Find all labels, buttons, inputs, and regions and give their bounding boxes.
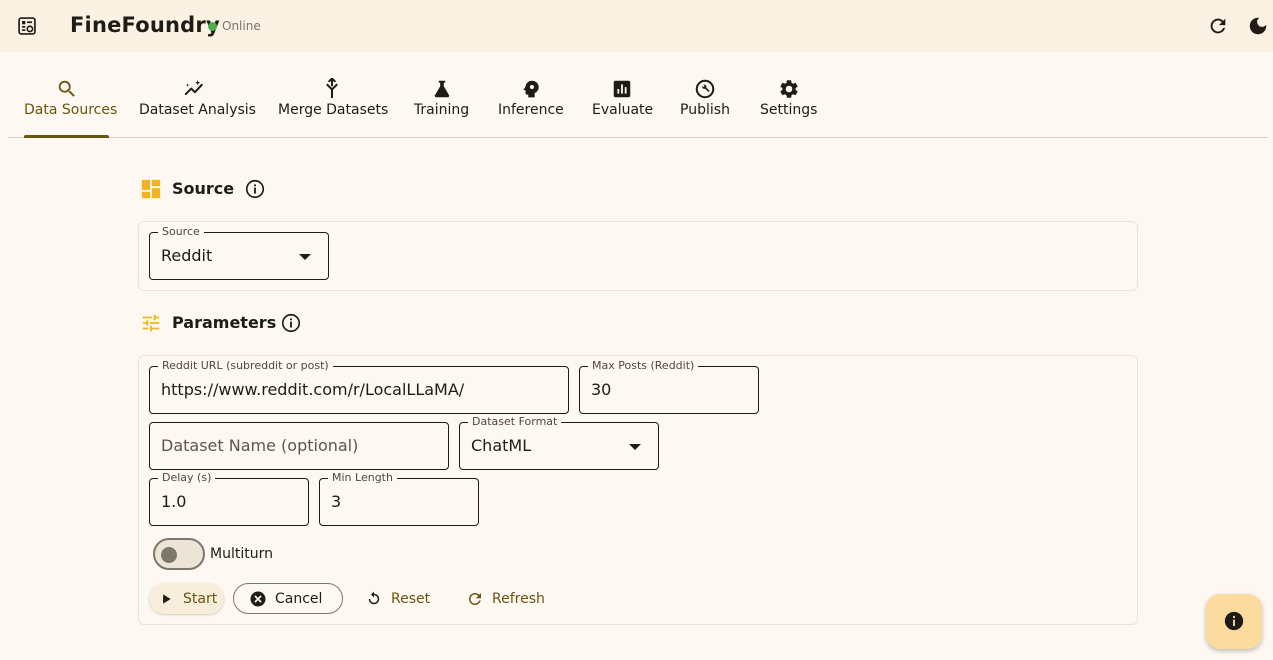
max-posts-label: Max Posts (Reddit) [588,359,699,373]
reddit-url-field[interactable]: Reddit URL (subreddit or post) https://w… [149,359,569,414]
reddit-url-value: https://www.reddit.com/r/LocalLLaMA/ [161,380,465,399]
tune-icon [142,314,160,332]
info-icon [1224,611,1244,631]
dropdown-caret-icon [629,444,641,450]
start-button[interactable]: Start [149,583,224,614]
toggle-knob [161,547,177,563]
active-tab-indicator [24,135,109,138]
tab-label: Settings [760,102,818,118]
tab-settings[interactable]: Settings [760,78,817,138]
source-card: Source Reddit [138,221,1138,291]
dark-mode-icon[interactable] [1247,15,1269,37]
dashboard-icon [141,179,161,199]
dataset-format-label: Dataset Format [468,415,562,429]
dataset-name-field[interactable]: Dataset Name (optional) [149,422,449,470]
multiturn-toggle[interactable] [153,538,205,570]
delay-label: Delay (s) [158,471,216,485]
tab-merge-datasets[interactable]: Merge Datasets [278,78,389,138]
tab-label: Dataset Analysis [139,102,256,118]
min-length-label: Min Length [328,471,397,485]
start-button-label: Start [183,590,218,607]
refresh-icon [468,592,481,605]
dataset-format-value: ChatML [471,436,532,455]
build-circle-icon [695,79,715,99]
app-logo-icon [18,17,36,35]
insights-icon [184,80,203,96]
search-icon [58,80,75,97]
merge-icon [325,78,338,99]
dropdown-caret-icon [299,254,311,260]
multiturn-label: Multiturn [210,546,273,562]
info-fab-button[interactable] [1206,594,1262,649]
max-posts-value: 30 [591,380,612,399]
tab-evaluate[interactable]: Evaluate [592,78,654,138]
tab-label: Evaluate [592,102,654,118]
app-bar: FineFoundry Online [0,0,1273,52]
source-section-header: Source [140,177,280,201]
reset-button[interactable]: Reset [365,583,445,614]
dataset-name-placeholder: Dataset Name (optional) [161,436,359,455]
min-length-field[interactable]: Min Length 3 [319,471,479,526]
refresh-button[interactable]: Refresh [466,583,556,614]
tab-label: Merge Datasets [278,102,389,118]
refresh-button-label: Refresh [492,590,545,607]
tab-dataset-analysis[interactable]: Dataset Analysis [139,78,256,138]
info-outline-icon[interactable] [280,312,302,334]
app-title: FineFoundry [70,13,220,37]
tab-inference[interactable]: Inference [498,78,564,138]
tab-label: Publish [680,102,730,118]
reset-button-label: Reset [391,590,431,607]
bar-chart-icon [613,80,630,98]
gear-icon [779,80,798,98]
tab-training[interactable]: Training [413,78,470,138]
section-title: Parameters [172,313,277,332]
cancel-button-label: Cancel [275,590,323,607]
source-select-label: Source [158,225,204,239]
reddit-url-label: Reddit URL (subreddit or post) [158,359,333,373]
tab-label: Inference [498,102,564,118]
reset-icon [368,591,380,604]
delay-field[interactable]: Delay (s) 1.0 [149,471,309,526]
main-tabs: Data Sources Dataset Analysis Merge Data… [8,52,1268,138]
status-indicator-dot [208,22,217,31]
tab-label: Data Sources [24,102,118,118]
source-select-value: Reddit [161,246,213,265]
tab-publish[interactable]: Publish [680,78,730,138]
tab-label: Training [413,102,470,118]
section-title: Source [172,179,235,198]
science-flask-icon [434,80,449,98]
status-text: Online [222,19,261,33]
delay-value: 1.0 [161,492,187,511]
source-select[interactable]: Source Reddit [149,225,329,280]
max-posts-field[interactable]: Max Posts (Reddit) 30 [579,359,759,414]
refresh-icon[interactable] [1207,15,1229,37]
cancel-icon [250,591,266,606]
play-icon [163,593,171,604]
info-outline-icon[interactable] [244,178,266,200]
parameters-section-header: Parameters [140,311,315,335]
tab-data-sources[interactable]: Data Sources [24,78,118,138]
cancel-button[interactable]: Cancel [233,583,343,614]
min-length-value: 3 [331,492,342,511]
psychology-icon [523,80,539,98]
dataset-format-select[interactable]: Dataset Format ChatML [459,415,659,470]
